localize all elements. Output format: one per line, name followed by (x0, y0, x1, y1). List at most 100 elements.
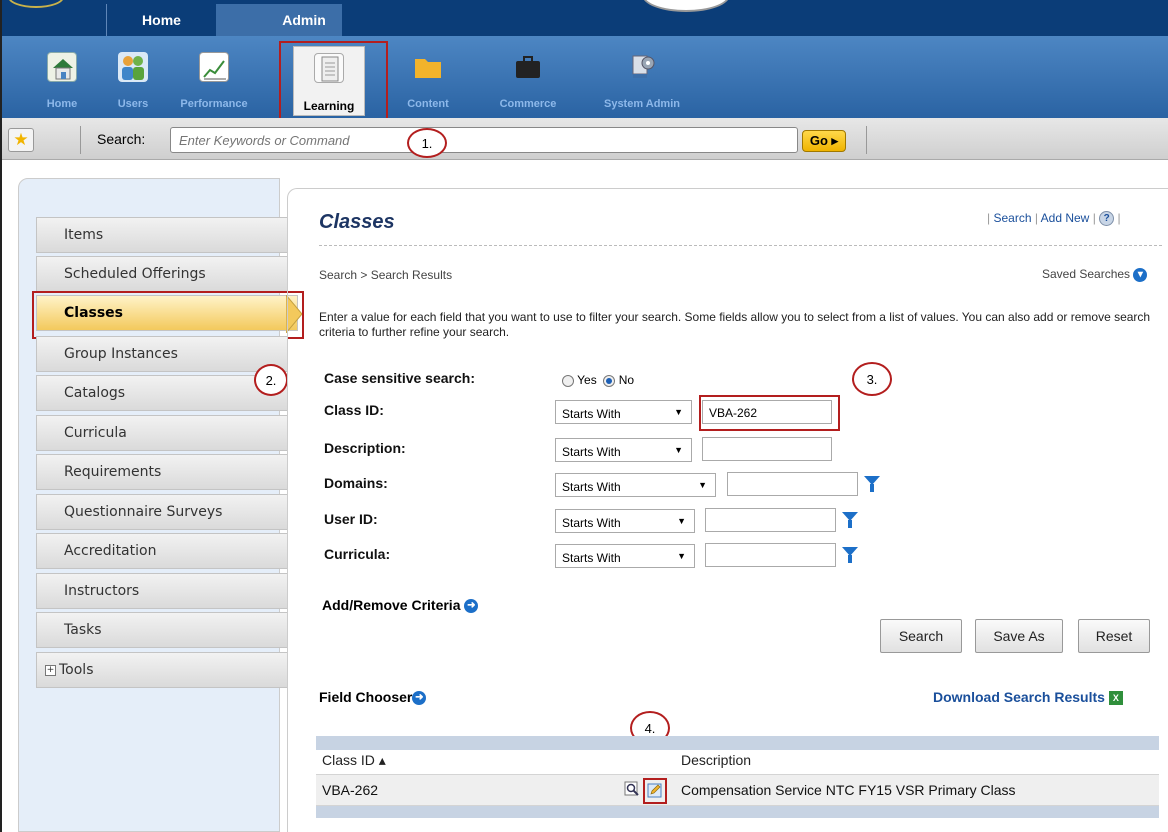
dropdown-arrow-icon: ▼ (677, 551, 686, 561)
highlight-edit-icon (643, 778, 667, 804)
annotation-1: 1. (407, 128, 447, 158)
radio-no-label: No (618, 373, 635, 387)
sidebar-item-curricula[interactable]: Curricula (36, 415, 288, 451)
arrow-right-icon: ➜ (464, 599, 479, 614)
sidebar-item-scheduled-offerings[interactable]: Scheduled Offerings (36, 256, 288, 292)
field-chooser-link[interactable]: Field Chooser ➜ (319, 689, 427, 706)
sidebar-item-catalogs[interactable]: Catalogs (36, 375, 288, 411)
logo (8, 0, 64, 8)
radio-no[interactable] (603, 374, 616, 387)
module-performance[interactable]: Performance (178, 46, 250, 116)
module-content[interactable]: Content (392, 46, 464, 116)
module-label: Performance (180, 98, 248, 110)
user-id-filter-icon[interactable] (842, 512, 858, 528)
annotation-3: 3. (852, 362, 892, 396)
module-commerce[interactable]: Commerce (492, 46, 564, 116)
app-frame: Home Admin Home Users Performance Learni… (0, 0, 1168, 832)
domains-filter-icon[interactable] (864, 476, 880, 492)
sidebar-item-questionnaire-surveys[interactable]: Questionnaire Surveys (36, 494, 288, 530)
results-footer-bar (316, 806, 1159, 818)
reset-button[interactable]: Reset (1078, 619, 1150, 653)
page-title: Classes (319, 211, 395, 233)
briefcase-icon (513, 52, 543, 82)
row-description: Compensation Service NTC FY15 VSR Primar… (681, 782, 1016, 798)
add-remove-criteria-link[interactable]: Add/Remove Criteria ➜ (322, 597, 479, 614)
description-input[interactable] (702, 437, 832, 461)
module-system-admin[interactable]: System Admin (587, 46, 697, 116)
search-instructions: Enter a value for each field that you wa… (319, 310, 1151, 339)
module-home[interactable]: Home (26, 46, 98, 116)
top-nav-bar: Home Admin (2, 0, 1168, 36)
results-header-bar (316, 736, 1159, 750)
arrow-right-icon: ➜ (412, 691, 427, 706)
module-label: Home (46, 98, 78, 110)
chevron-down-icon: ▾ (1133, 267, 1148, 282)
users-icon (118, 52, 148, 82)
domains-operator-select[interactable]: Starts With ▼ (555, 473, 716, 497)
row-class-id[interactable]: VBA-262 (322, 782, 378, 798)
excel-icon: X (1108, 691, 1123, 706)
module-label: Content (407, 98, 449, 110)
column-header-description[interactable]: Description (681, 752, 751, 768)
domains-label: Domains: (324, 475, 388, 491)
column-header-class-id[interactable]: Class ID ▴ (322, 752, 386, 769)
module-label: System Admin (603, 98, 680, 110)
search-input[interactable] (170, 127, 798, 153)
saved-searches-link[interactable]: Saved Searches ▾ (1042, 267, 1148, 282)
breadcrumb: Search > Search Results (319, 268, 453, 282)
module-users[interactable]: Users (97, 46, 169, 116)
module-icon-bar: Home Users Performance Learning Content (2, 36, 1168, 118)
preview-icon[interactable] (624, 781, 640, 797)
curricula-filter-icon[interactable] (842, 547, 858, 563)
dropdown-arrow-icon: ▼ (674, 445, 683, 455)
radio-yes-label: Yes (577, 373, 597, 387)
sidebar-item-requirements[interactable]: Requirements (36, 454, 288, 490)
divider (80, 126, 81, 154)
favorites-star-icon[interactable]: ★ (8, 128, 34, 152)
highlight-class-id-input (699, 395, 840, 431)
save-as-button[interactable]: Save As (975, 619, 1063, 653)
folder-icon (413, 52, 443, 82)
add-new-link[interactable]: Add New (1041, 211, 1090, 225)
performance-icon (199, 52, 229, 82)
highlight-learning (279, 41, 388, 127)
tab-home[interactable]: Home (106, 4, 216, 36)
module-label: Users (117, 98, 149, 110)
help-icon[interactable]: ? (1099, 211, 1115, 227)
annotation-2: 2. (254, 364, 288, 396)
highlight-classes (32, 291, 304, 339)
sidebar-item-tasks[interactable]: Tasks (36, 612, 288, 648)
class-id-operator-select[interactable]: Starts With ▼ (555, 400, 692, 424)
curricula-operator-select[interactable]: Starts With ▼ (555, 544, 695, 568)
case-sensitive-options: Yes No (562, 373, 634, 387)
case-sensitive-label: Case sensitive search: (324, 370, 475, 386)
download-results-link[interactable]: Download Search Results X (933, 689, 1123, 706)
sidebar-item-accreditation[interactable]: Accreditation (36, 533, 288, 569)
user-id-operator-select[interactable]: Starts With ▼ (555, 509, 695, 533)
search-label: Search: (97, 131, 146, 147)
search-button[interactable]: Search (880, 619, 962, 653)
system-admin-icon (627, 52, 657, 82)
curricula-input[interactable] (705, 543, 836, 567)
tab-admin[interactable]: Admin (216, 4, 342, 36)
user-id-label: User ID: (324, 511, 378, 527)
dropdown-arrow-icon: ▼ (677, 516, 686, 526)
curricula-label: Curricula: (324, 546, 391, 562)
sidebar-item-items[interactable]: Items (36, 217, 288, 253)
home-icon (47, 52, 77, 82)
go-button[interactable]: Go ▸ (802, 130, 846, 152)
description-operator-select[interactable]: Starts With ▼ (555, 438, 692, 462)
class-id-label: Class ID: (324, 402, 384, 418)
radio-yes[interactable] (562, 374, 574, 387)
sidebar-item-group-instances[interactable]: Group Instances (36, 336, 288, 372)
sidebar-item-tools[interactable]: + Tools (36, 652, 288, 688)
divider (866, 126, 867, 154)
user-id-input[interactable] (705, 508, 836, 532)
search-link[interactable]: Search (993, 211, 1031, 225)
description-label: Description: (324, 440, 406, 456)
domains-input[interactable] (727, 472, 858, 496)
dropdown-arrow-icon: ▼ (698, 480, 707, 490)
sidebar-item-instructors[interactable]: Instructors (36, 573, 288, 609)
divider (319, 245, 1162, 246)
expand-plus-icon[interactable]: + (45, 664, 56, 676)
